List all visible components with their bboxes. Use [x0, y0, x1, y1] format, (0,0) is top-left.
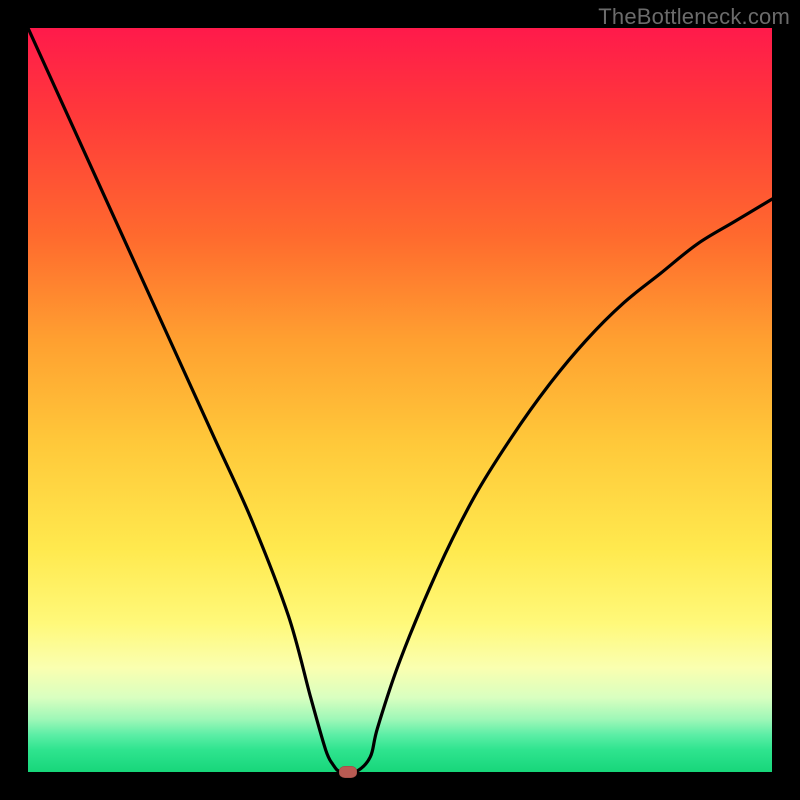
- bottleneck-curve: [28, 28, 772, 772]
- curve-path: [28, 28, 772, 772]
- chart-frame: TheBottleneck.com: [0, 0, 800, 800]
- watermark-text: TheBottleneck.com: [598, 4, 790, 30]
- chart-plot-area: [28, 28, 772, 772]
- optimum-marker: [339, 766, 357, 778]
